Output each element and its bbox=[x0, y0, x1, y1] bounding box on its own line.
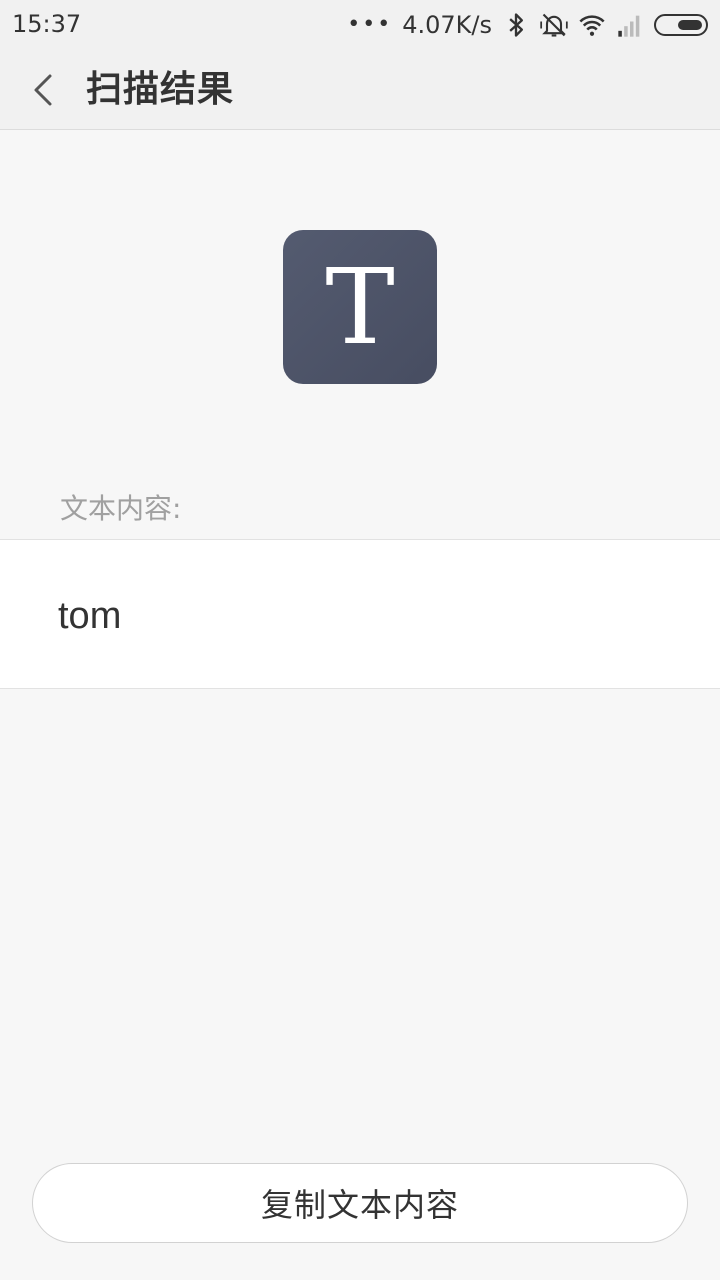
chevron-left-icon bbox=[34, 74, 52, 106]
content-label: 文本内容: bbox=[60, 492, 182, 525]
network-speed: 4.07K/s bbox=[402, 11, 492, 39]
status-dots: ••• bbox=[347, 12, 393, 37]
bluetooth-icon bbox=[509, 13, 523, 37]
page-title: 扫描结果 bbox=[86, 69, 235, 110]
text-type-letter: T bbox=[325, 246, 395, 368]
status-bar: 15:37 ••• 4.07K/s bbox=[0, 0, 720, 50]
content-panel: tom bbox=[0, 539, 720, 689]
back-button[interactable] bbox=[22, 66, 66, 114]
scanned-text[interactable]: tom bbox=[58, 594, 121, 638]
scan-result-screen: 15:37 ••• 4.07K/s 扫描结果 T 文本内容: tom 复制文本内… bbox=[0, 0, 720, 1280]
status-time: 15:37 bbox=[12, 10, 82, 38]
status-indicators: ••• 4.07K/s bbox=[347, 8, 708, 42]
title-bar: 扫描结果 bbox=[0, 50, 720, 130]
battery-icon bbox=[654, 14, 708, 36]
text-type-icon: T bbox=[283, 230, 437, 384]
wifi-icon bbox=[579, 15, 605, 36]
mute-icon bbox=[540, 13, 568, 37]
signal-icon bbox=[618, 15, 640, 37]
copy-text-button[interactable]: 复制文本内容 bbox=[32, 1163, 688, 1243]
